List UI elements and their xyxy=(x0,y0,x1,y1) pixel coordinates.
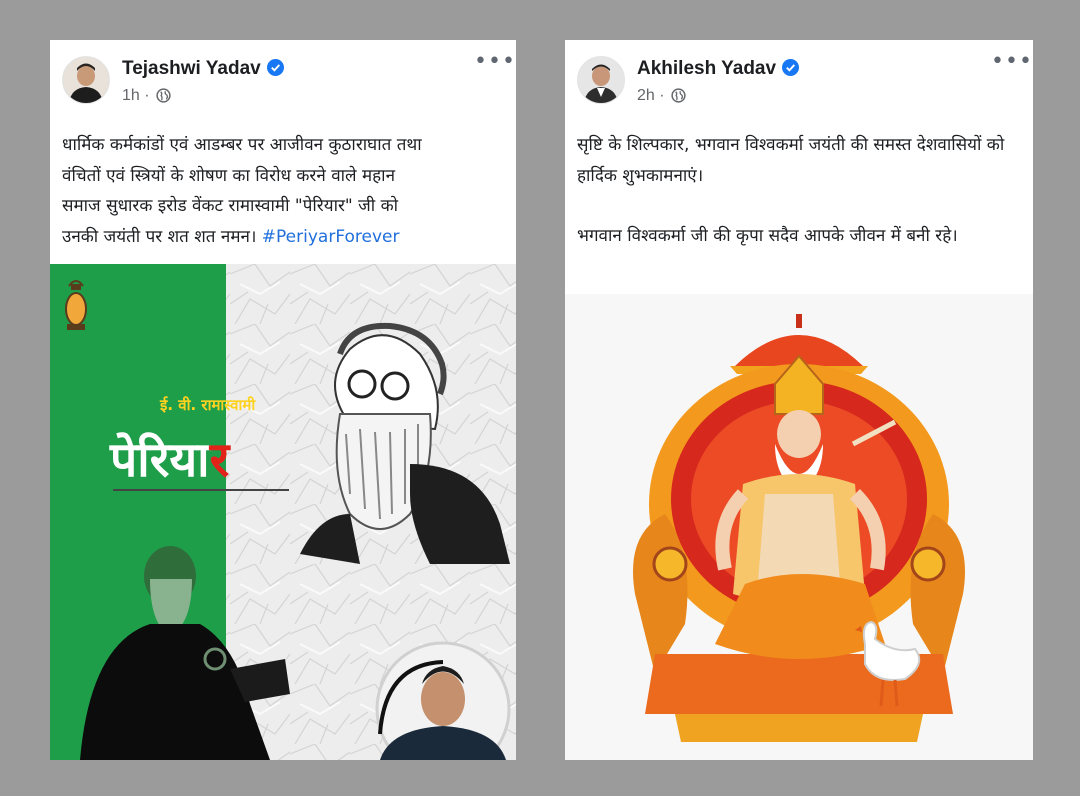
poster-title-red: र xyxy=(209,432,232,488)
more-options-button[interactable]: ••• xyxy=(474,51,515,76)
verified-badge-icon xyxy=(266,59,284,76)
post-image-vishwakarma[interactable] xyxy=(565,294,1033,760)
post-text: धार्मिक कर्मकांडों एवं आडम्बर पर आजीवन क… xyxy=(62,130,506,252)
poster-subtitle: ई. वी. रामास्वामी xyxy=(159,396,256,414)
hashtag-link[interactable]: #PeriyarForever xyxy=(262,227,400,247)
post-timestamp[interactable]: 2h xyxy=(637,87,655,104)
periyar-poster: ई. वी. रामास्वामी पेरियार xyxy=(50,264,516,760)
post-timestamp[interactable]: 1h xyxy=(122,87,140,104)
verified-badge-icon xyxy=(782,59,800,76)
vishwakarma-illustration xyxy=(633,314,965,742)
post-text-line: उनकी जयंती पर शत शत नमन। xyxy=(62,226,262,247)
post-image-periyar[interactable]: ई. वी. रामास्वामी पेरियार xyxy=(50,264,516,760)
post-text: सृष्टि के शिल्पकार, भगवान विश्वकर्मा जयं… xyxy=(577,130,1023,252)
post-text-line: समाज सुधारक इरोड वेंकट रामास्वामी "पेरिय… xyxy=(62,196,399,216)
post-header: Tejashwi Yadav 1h · ••• xyxy=(50,40,516,120)
post-card-tejashwi: Tejashwi Yadav 1h · ••• धार्मिक कर्मकांड… xyxy=(50,40,516,760)
post-meta: 1h · xyxy=(122,87,171,105)
author-name-text[interactable]: Akhilesh Yadav xyxy=(637,58,776,79)
inset-portrait xyxy=(375,641,511,760)
post-paragraph: भगवान विश्वकर्मा जी की कृपा सदैव आपके जी… xyxy=(577,226,958,246)
public-globe-icon xyxy=(156,88,171,103)
avatar[interactable] xyxy=(62,56,110,104)
post-text-line: धार्मिक कर्मकांडों एवं आडम्बर पर आजीवन क… xyxy=(62,135,422,155)
meta-separator: · xyxy=(144,87,150,104)
post-meta: 2h · xyxy=(637,87,686,105)
author-name[interactable]: Akhilesh Yadav xyxy=(637,58,800,80)
post-paragraph: सृष्टि के शिल्पकार, भगवान विश्वकर्मा जयं… xyxy=(577,135,1005,186)
meta-separator: · xyxy=(659,87,665,104)
author-name-text[interactable]: Tejashwi Yadav xyxy=(122,58,261,79)
poster-title-white: पेरिया xyxy=(109,432,211,488)
author-name[interactable]: Tejashwi Yadav xyxy=(122,58,284,80)
public-globe-icon xyxy=(671,88,686,103)
post-card-akhilesh: Akhilesh Yadav 2h · ••• सृष्टि के शिल्पक… xyxy=(565,40,1033,760)
poster-title: पेरियार xyxy=(109,432,232,488)
more-options-button[interactable]: ••• xyxy=(991,51,1032,76)
post-header: Akhilesh Yadav 2h · ••• xyxy=(565,40,1033,120)
avatar[interactable] xyxy=(577,56,625,104)
post-text-line: वंचितों एवं स्त्रियों के शोषण का विरोध क… xyxy=(62,165,396,186)
